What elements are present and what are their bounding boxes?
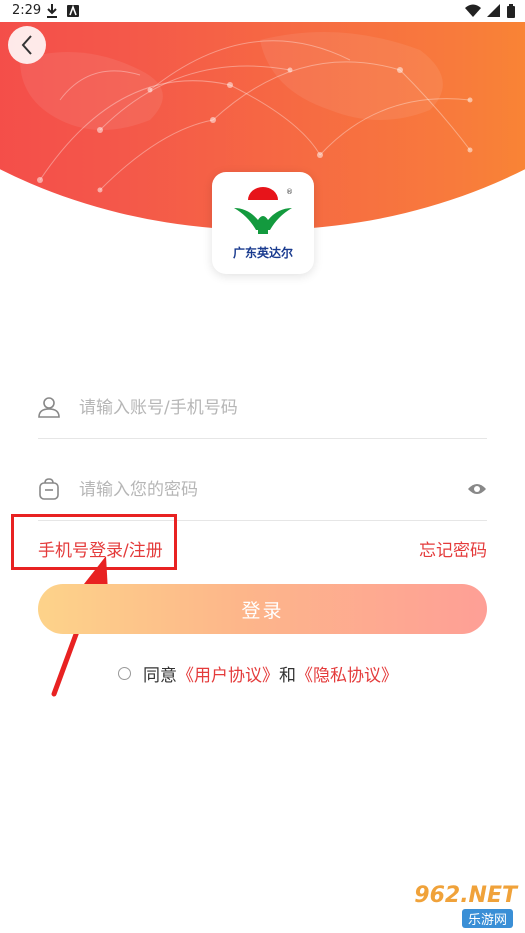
wifi-icon [465, 4, 481, 17]
logo-emblem: ® [234, 187, 293, 234]
agreement-prefix: 同意 [143, 665, 177, 686]
eye-icon[interactable] [467, 482, 487, 496]
svg-text:®: ® [286, 188, 293, 196]
account-field [38, 378, 487, 439]
agreement-and: 和 [279, 665, 296, 686]
account-input[interactable] [79, 394, 439, 422]
app-logo: ® 广东英达尔 [212, 172, 314, 274]
password-input[interactable] [79, 476, 439, 504]
logo-brand-text: 广东英达尔 [232, 246, 293, 260]
agree-radio[interactable] [118, 666, 131, 680]
back-button[interactable] [8, 26, 46, 64]
watermark-top-text: 962.NET [414, 883, 517, 908]
site-watermark: 962.NET 乐游网 [385, 883, 517, 929]
download-icon [47, 4, 57, 18]
chevron-left-icon [21, 35, 32, 55]
app-notification-icon [67, 4, 79, 17]
privacy-policy-link[interactable]: 《隐私协议》 [296, 661, 398, 686]
login-button[interactable]: 登录 [38, 584, 487, 634]
user-icon [38, 397, 60, 418]
user-agreement-link[interactable]: 《用户协议》 [177, 661, 279, 686]
status-system-icons [465, 4, 515, 18]
signal-icon [487, 4, 500, 17]
status-time: 2:29 [12, 3, 42, 18]
password-field [38, 460, 487, 521]
agreement-row: 同意 《用户协议》 和 《隐私协议》 [118, 660, 398, 686]
watermark-bottom-text: 乐游网 [461, 909, 513, 928]
status-bar: 2:29 [0, 0, 525, 22]
lock-icon [39, 478, 59, 500]
battery-icon [507, 4, 515, 18]
forgot-password-link[interactable]: 忘记密码 [419, 536, 487, 561]
status-notifications [46, 4, 79, 18]
